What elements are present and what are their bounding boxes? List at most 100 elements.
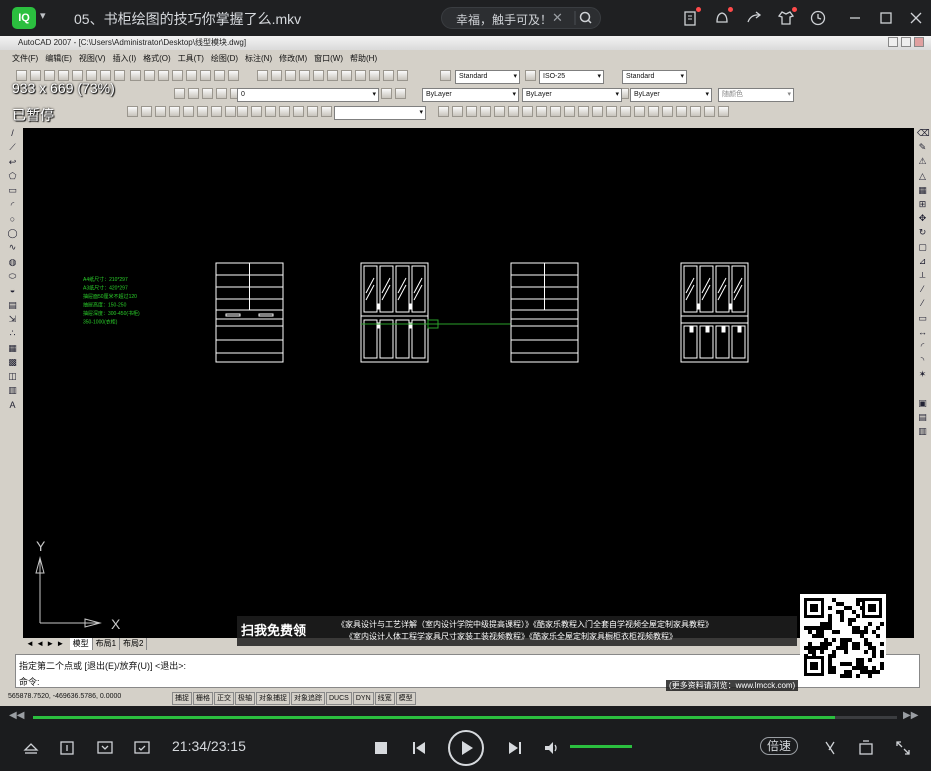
play-button[interactable] [448,730,484,766]
toolbar-button-icon[interactable] [265,106,276,117]
menu-item[interactable]: 编辑(E) [45,52,72,66]
toolbar-button-icon[interactable] [313,70,324,81]
toolbar-button-icon[interactable] [214,70,225,81]
next-icon[interactable] [505,738,525,758]
toolbar-button-icon[interactable] [341,70,352,81]
menu-item[interactable]: 绘图(D) [211,52,238,66]
draw-tool-icon[interactable]: ◍ [7,257,18,268]
shirt-icon[interactable] [777,7,797,27]
toolbar-button-icon[interactable] [466,106,477,117]
toolbar-button-icon[interactable] [172,70,183,81]
toolbar-button-icon[interactable] [183,106,194,117]
modify-tool-icon[interactable]: ⚠ [917,156,928,167]
status-toggle[interactable]: 捕捉 [172,692,192,705]
fast-forward-icon[interactable]: ▶▶ [903,710,918,721]
toolbar-button-icon[interactable] [127,106,138,117]
draw-tool-icon[interactable]: ↩ [7,157,18,168]
close-icon[interactable] [907,9,925,27]
modify-tool-icon[interactable]: ▢ [917,242,928,253]
menu-item[interactable]: 文件(F) [12,52,38,66]
command-prompt[interactable]: 命令: [19,675,40,688]
toolbar-button-icon[interactable] [202,88,213,99]
draw-tool-icon[interactable]: ∴ [7,328,18,339]
toolbar-button-icon[interactable] [130,70,141,81]
toolbar-button-icon[interactable] [251,106,262,117]
toolbar-button-icon[interactable] [648,106,659,117]
toolbar-button-icon[interactable] [307,106,318,117]
toolbar-button-icon[interactable] [141,106,152,117]
toolbar-button-icon[interactable] [606,106,617,117]
draw-tool-icon[interactable]: ▦ [7,343,18,354]
draw-tool-icon[interactable]: ▩ [7,357,18,368]
modify-tool-icon[interactable]: ✎ [917,142,928,153]
clip-icon[interactable] [820,738,840,758]
toolbar-button-icon[interactable] [155,106,166,117]
layout-tab[interactable]: 布局1 [93,638,121,650]
menu-item[interactable]: 格式(O) [143,52,171,66]
lineweight-combo[interactable]: ByLayer [630,88,712,102]
toolbar-button-icon[interactable] [494,106,505,117]
toolbar-button-icon[interactable] [383,70,394,81]
table-style-combo[interactable]: Standard [622,70,687,84]
toolbar-button-icon[interactable] [293,106,304,117]
toolbar-button-icon[interactable] [690,106,701,117]
maximize-icon[interactable] [877,9,895,27]
toolbar-button-icon[interactable] [228,70,239,81]
toolbar-button-icon[interactable] [381,88,392,99]
toolbar-button-icon[interactable] [676,106,687,117]
draw-tool-icon[interactable]: / [7,128,18,139]
toolbar-button-icon[interactable] [237,106,248,117]
toolbar-button-icon[interactable] [452,106,463,117]
toolbar-button-icon[interactable] [395,88,406,99]
toolbar-button-icon[interactable] [257,70,268,81]
draw-tool-icon[interactable]: ○ [7,214,18,225]
draw-tool-icon[interactable]: ⬭ [7,271,18,282]
color-combo[interactable]: ByLayer [422,88,519,102]
toolbar-button-icon[interactable] [225,106,236,117]
acad-close-icon[interactable] [914,37,924,47]
status-toggle[interactable]: DUCS [326,692,352,705]
dim-style-combo[interactable]: ISO-25 [539,70,604,84]
clear-search-icon[interactable]: ✕ [552,10,563,26]
toolbar-button-icon[interactable] [114,70,125,81]
progress-bar[interactable] [33,716,897,719]
notification-icon[interactable] [713,7,733,27]
modify-tool-icon[interactable]: ◝ [917,355,928,366]
search-icon[interactable] [574,10,596,26]
screenshot-icon[interactable] [57,738,77,758]
toolbar-button-icon[interactable] [578,106,589,117]
previous-icon[interactable] [409,738,429,758]
toolbar-button-icon[interactable] [321,106,332,117]
toolbar-button-icon[interactable] [620,106,631,117]
text-style-combo[interactable]: Standard [455,70,520,84]
minimize-icon[interactable] [846,9,864,27]
toolbar-button-icon[interactable] [718,106,729,117]
toolbar-button-icon[interactable] [704,106,715,117]
draw-tool-icon[interactable]: ⇲ [7,314,18,325]
layer-combo[interactable]: 0 [237,88,379,102]
toolbar-button-icon[interactable] [144,70,155,81]
modify-tool-icon[interactable]: ✶ [917,369,928,380]
volume-slider[interactable] [570,745,632,748]
toolbar-button-icon[interactable] [536,106,547,117]
player-logo[interactable]: IQ [12,7,36,29]
subtitle-icon[interactable] [132,738,152,758]
draw-tool-icon[interactable]: ▥ [7,385,18,396]
layout-tab[interactable]: 模型 [69,638,93,650]
toolbar-button-icon[interactable] [216,88,227,99]
modify-tool-icon[interactable]: ◜ [917,341,928,352]
playlist-icon[interactable] [856,738,876,758]
menu-item[interactable]: 视图(V) [79,52,106,66]
toolbar-button-icon[interactable] [271,70,282,81]
modify-tool-icon[interactable] [917,384,928,395]
toolbar-button-icon[interactable] [355,70,366,81]
toolbar-button-icon[interactable] [397,70,408,81]
clock-icon[interactable] [809,9,827,27]
toolbar-button-icon[interactable] [634,106,645,117]
modify-tool-icon[interactable]: ⊿ [917,256,928,267]
linetype-combo[interactable]: ByLayer [522,88,622,102]
draw-tool-icon[interactable]: ⬠ [7,171,18,182]
named-view-combo[interactable] [334,106,426,120]
toolbar-button-icon[interactable] [592,106,603,117]
draw-tool-icon[interactable]: ◫ [7,371,18,382]
